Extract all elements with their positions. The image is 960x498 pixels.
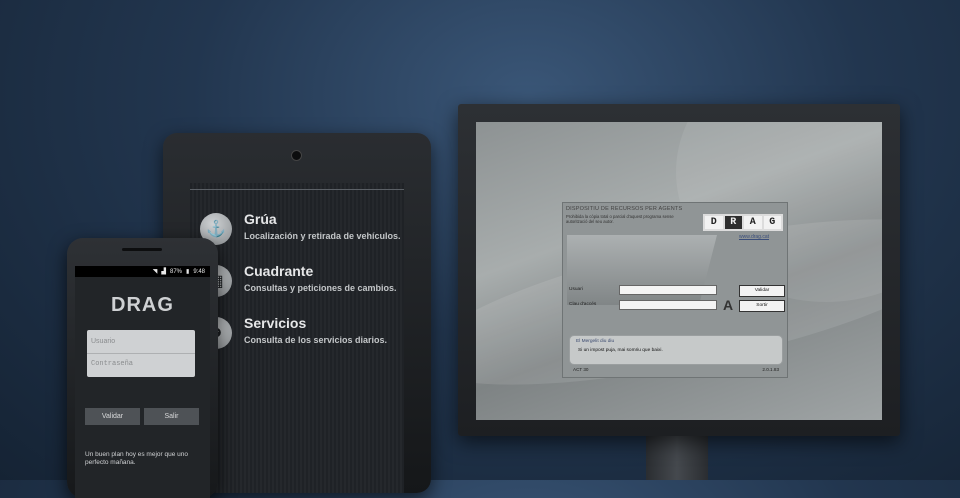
password-label: Clau d'accés	[569, 302, 597, 307]
clock: 9:48	[193, 268, 205, 275]
password-row: Clau d'accés	[569, 299, 717, 310]
dialog-title: DISPOSITIU DE RECURSOS PER AGENTS	[566, 206, 683, 212]
menu-item-cuadrante[interactable]: ▦ Cuadrante Consultas y peticiones de ca…	[200, 263, 397, 297]
message-title: El Mergelit diu diu	[576, 339, 615, 344]
message-text: Si un impost puja, mai somriu que baixi.	[578, 348, 663, 353]
login-form: Usuario Contraseña	[87, 330, 195, 377]
validate-button[interactable]: Validar	[739, 285, 785, 297]
monitor-screen: DISPOSITIU DE RECURSOS PER AGENTS Prohib…	[476, 122, 882, 420]
user-input[interactable]	[619, 284, 717, 295]
laptop-illustration	[567, 235, 717, 305]
version-label: 2.0.1.83	[762, 367, 779, 372]
desktop-monitor: DISPOSITIU DE RECURSOS PER AGENTS Prohib…	[458, 104, 900, 436]
logo-letter: D	[705, 216, 723, 229]
exit-button[interactable]: Salir	[144, 408, 199, 425]
phone-screen: ◥ ▟ 87% ▮ 9:48 DRAG Usuario Contraseña V…	[75, 266, 210, 498]
login-dialog: DISPOSITIU DE RECURSOS PER AGENTS Prohib…	[562, 202, 788, 378]
message-box: El Mergelit diu diu Si un impost puja, m…	[569, 335, 783, 365]
speaker-grille	[122, 248, 162, 251]
menu-item-title: Servicios	[244, 315, 307, 331]
wifi-icon: ◥	[152, 269, 158, 275]
battery-level: 87%	[169, 268, 182, 275]
divider	[190, 189, 404, 190]
username-field[interactable]: Usuario	[91, 338, 115, 345]
status-bar: ◥ ▟ 87% ▮ 9:48	[75, 266, 210, 277]
a-logo-icon: A	[723, 297, 734, 313]
menu-item-subtitle: Localización y retirada de vehículos.	[244, 231, 401, 241]
menu-item-title: Cuadrante	[244, 263, 314, 279]
drag-logo: D R A G	[703, 214, 783, 231]
signal-icon: ▟	[161, 269, 166, 275]
menu-item-grua[interactable]: ⚓ Grúa Localización y retirada de vehícu…	[200, 211, 401, 245]
footer-quote: Un buen plan hoy es mejor que uno perfec…	[85, 451, 188, 466]
dialog-subtitle: Prohibida la còpia total o parcial d'aqu…	[566, 214, 674, 224]
logo-letter: R	[724, 216, 742, 229]
phone-device: ◥ ▟ 87% ▮ 9:48 DRAG Usuario Contraseña V…	[67, 238, 218, 498]
tablet-screen: ⚓ Grúa Localización y retirada de vehícu…	[190, 183, 404, 493]
password-field[interactable]: Contraseña	[91, 360, 133, 368]
footer-left: ACT 30	[573, 367, 589, 372]
user-row: Usuari	[569, 284, 717, 295]
website-link[interactable]: www.drag.cat	[739, 234, 769, 240]
camera-icon	[291, 150, 302, 161]
divider	[87, 353, 195, 354]
menu-item-subtitle: Consultas y peticiones de cambios.	[244, 283, 397, 293]
battery-icon: ▮	[186, 269, 190, 275]
menu-item-title: Grúa	[244, 211, 277, 227]
exit-button[interactable]: Sortir	[739, 300, 785, 312]
logo-letter: A	[744, 216, 762, 229]
menu-item-servicios[interactable]: ☻ Servicios Consulta de los servicios di…	[200, 315, 388, 349]
app-title: DRAG	[111, 294, 174, 316]
validate-button[interactable]: Validar	[85, 408, 140, 425]
user-label: Usuari	[569, 287, 583, 292]
password-input[interactable]	[619, 299, 717, 310]
menu-item-subtitle: Consulta de los servicios diarios.	[244, 335, 388, 345]
logo-letter: G	[763, 216, 781, 229]
monitor-stand	[646, 430, 708, 480]
